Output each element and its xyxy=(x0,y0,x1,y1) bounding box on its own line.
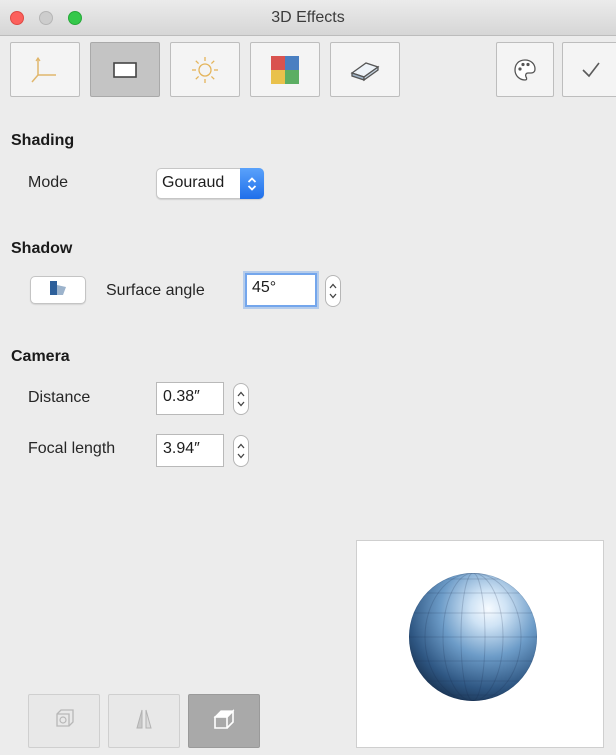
axes-icon xyxy=(30,55,60,85)
shading-button[interactable] xyxy=(90,42,160,97)
dialog-window: 3D Effects Shading Mode Gouraud Shadow S… xyxy=(0,0,616,755)
surface-angle-stepper[interactable] xyxy=(325,275,341,307)
textures-button[interactable] xyxy=(250,42,320,97)
title-bar: 3D Effects xyxy=(0,0,616,36)
focal-length-input[interactable]: 3.94″ xyxy=(156,434,224,467)
mode-label: Mode xyxy=(28,174,69,191)
focal-length-stepper[interactable] xyxy=(233,435,249,467)
cube-icon xyxy=(210,705,238,738)
distance-input[interactable]: 0.38″ xyxy=(156,382,224,415)
color-grid-icon xyxy=(270,55,300,85)
select-arrows-icon xyxy=(240,168,264,199)
distance-label: Distance xyxy=(28,389,91,406)
surface-angle-label: Surface angle xyxy=(106,282,205,299)
assign-button[interactable] xyxy=(562,42,616,97)
distance-stepper[interactable] xyxy=(233,383,249,415)
illumination-button[interactable] xyxy=(170,42,240,97)
perspective-button[interactable] xyxy=(108,694,180,748)
shading-heading: Shading xyxy=(11,132,75,149)
convert-3d-icon xyxy=(51,706,77,737)
camera-heading: Camera xyxy=(11,348,70,365)
sun-icon xyxy=(190,55,220,85)
shadow-icon xyxy=(47,280,69,301)
geometry-button[interactable] xyxy=(10,42,80,97)
mode-select[interactable]: Gouraud xyxy=(156,168,264,199)
palette-icon xyxy=(512,57,538,83)
window-title: 3D Effects xyxy=(271,9,345,26)
perspective-icon xyxy=(131,706,157,737)
material-button[interactable] xyxy=(330,42,400,97)
view-3d-button[interactable] xyxy=(188,694,260,748)
surface-angle-input[interactable]: 45° xyxy=(245,273,317,307)
rectangle-icon xyxy=(112,60,138,80)
favorites-button[interactable] xyxy=(496,42,554,97)
convert-to-3d-button[interactable] xyxy=(28,694,100,748)
eraser-icon xyxy=(349,57,381,83)
shaded-sphere-preview xyxy=(409,573,537,701)
mode-select-value: Gouraud xyxy=(162,174,225,191)
checkmark-icon xyxy=(579,58,603,82)
focal-length-label: Focal length xyxy=(28,440,116,457)
preview-pane xyxy=(356,540,604,748)
shadow-heading: Shadow xyxy=(11,240,73,257)
shadow-toggle-button[interactable] xyxy=(30,276,86,304)
